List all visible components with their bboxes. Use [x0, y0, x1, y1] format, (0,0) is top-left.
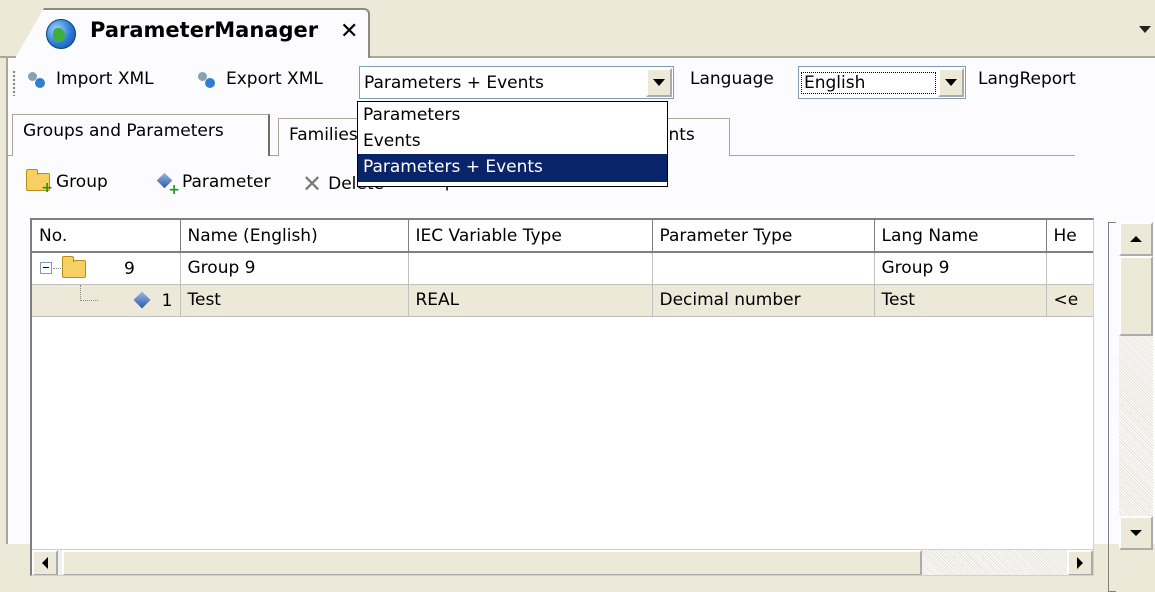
row-number: 9	[124, 259, 135, 279]
horizontal-scrollbar[interactable]	[32, 549, 1093, 575]
cell-iec-type[interactable]	[408, 252, 653, 285]
cell-parameter-type[interactable]	[652, 252, 875, 285]
language-combobox[interactable]: English	[798, 66, 966, 99]
folder-icon	[62, 256, 86, 278]
cell-parameter-type[interactable]: Decimal number	[652, 284, 875, 317]
cell-iec-type[interactable]: REAL	[408, 284, 653, 317]
tree-cell[interactable]: 9	[32, 252, 181, 285]
add-folder-icon	[26, 169, 53, 196]
import-xml-label: Import XML	[56, 69, 154, 89]
column-header-help[interactable]: He	[1046, 220, 1093, 253]
cell-help[interactable]	[1046, 252, 1093, 285]
document-tab-title: ParameterManager	[90, 18, 319, 42]
tree-connector	[80, 284, 81, 301]
arrow-left-icon	[42, 557, 48, 569]
close-tab-button[interactable]: ✕	[340, 19, 358, 44]
export-xml-label: Export XML	[226, 69, 323, 89]
import-xml-icon	[26, 68, 48, 90]
tab-list-chevron-down-icon[interactable]	[1139, 26, 1151, 33]
filter-dropdown-list: Parameters Events Parameters + Events	[357, 101, 668, 187]
export-xml-button[interactable]: Export XML	[196, 68, 323, 90]
column-header-name[interactable]: Name (English)	[180, 220, 409, 253]
column-header-lang-name[interactable]: Lang Name	[874, 220, 1047, 253]
row-number: 1	[161, 290, 173, 311]
dropdown-option-parameters-events[interactable]: Parameters + Events	[358, 154, 667, 182]
add-parameter-button[interactable]: Parameter	[156, 172, 271, 198]
tree-cell[interactable]: 1	[32, 284, 181, 317]
arrow-up-icon	[1130, 236, 1142, 242]
tab-groups-and-parameters[interactable]: Groups and Parameters	[12, 114, 270, 156]
grid-header-row: No. Name (English) IEC Variable Type Par…	[32, 220, 1093, 253]
collapse-minus-icon[interactable]	[40, 262, 52, 274]
cell-name[interactable]: Test	[180, 284, 409, 317]
add-parameter-label: Parameter	[182, 172, 271, 192]
export-xml-icon	[196, 68, 218, 90]
language-label: Language	[690, 69, 774, 89]
filter-combobox-value: Parameters + Events	[364, 72, 544, 93]
table-row-parameter[interactable]: 1 Test REAL Decimal number Test <e	[32, 284, 1093, 317]
column-header-iec-type[interactable]: IEC Variable Type	[408, 220, 653, 253]
vertical-scrollbar[interactable]	[1119, 222, 1153, 550]
language-combobox-value: English	[801, 71, 936, 94]
scroll-up-button[interactable]	[1119, 222, 1153, 256]
tree-connector	[80, 299, 98, 301]
column-header-no[interactable]: No.	[32, 220, 181, 253]
arrow-down-icon	[1130, 530, 1142, 536]
delete-icon: ✕	[302, 170, 323, 198]
dropdown-option-parameters[interactable]: Parameters	[358, 102, 667, 130]
cell-lang-name[interactable]: Test	[874, 284, 1047, 317]
tree-connector	[53, 268, 61, 269]
scroll-down-button[interactable]	[1119, 516, 1153, 550]
cell-name[interactable]: Group 9	[180, 252, 409, 285]
filter-combobox[interactable]: Parameters + Events	[359, 66, 674, 99]
langreport-button[interactable]: LangReport	[978, 69, 1076, 89]
filter-dropdown-chevron-down-icon[interactable]	[646, 68, 672, 97]
scroll-right-button[interactable]	[1067, 550, 1093, 575]
cell-lang-name[interactable]: Group 9	[874, 252, 1047, 285]
column-header-parameter-type[interactable]: Parameter Type	[652, 220, 875, 253]
tab-families[interactable]: Families	[278, 118, 368, 156]
table-row-group[interactable]: 9 Group 9 Group 9	[32, 252, 1093, 285]
parameters-grid[interactable]: No. Name (English) IEC Variable Type Par…	[30, 218, 1094, 576]
import-xml-button[interactable]: Import XML	[26, 68, 154, 90]
globe-icon	[46, 19, 76, 49]
add-parameter-icon	[156, 172, 180, 198]
arrow-right-icon	[1077, 557, 1083, 569]
horizontal-scroll-thumb[interactable]	[62, 550, 922, 575]
vertical-scroll-thumb[interactable]	[1119, 256, 1153, 336]
cell-help[interactable]: <e	[1046, 284, 1093, 317]
add-group-label: Group	[56, 172, 108, 192]
language-dropdown-chevron-down-icon[interactable]	[938, 68, 964, 97]
parameter-icon	[133, 291, 151, 308]
add-group-button[interactable]: Group	[26, 169, 108, 196]
document-tabstrip: ParameterManager ✕	[0, 0, 1155, 60]
dropdown-option-events[interactable]: Events	[358, 130, 667, 154]
toolbar-grip[interactable]	[12, 70, 16, 96]
scroll-left-button[interactable]	[32, 550, 58, 575]
splitter-bracket	[1108, 222, 1116, 592]
